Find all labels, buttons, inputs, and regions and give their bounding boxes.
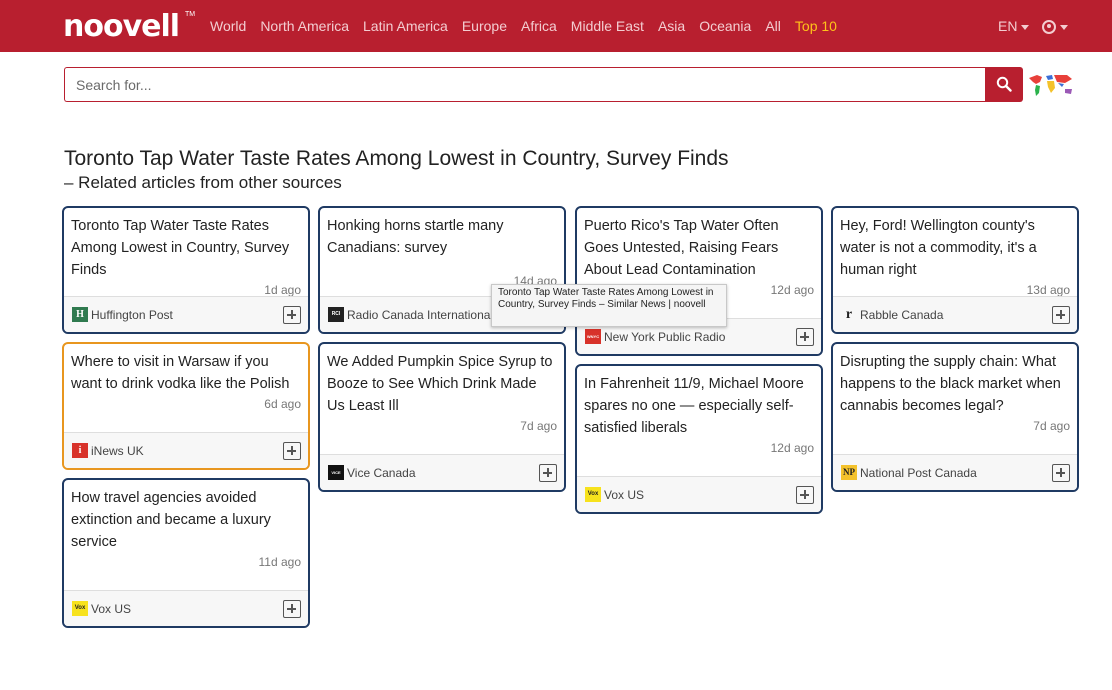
nav-oceania[interactable]: Oceania <box>699 18 751 34</box>
source-name[interactable]: Rabble Canada <box>860 308 943 322</box>
add-icon[interactable] <box>1052 306 1070 324</box>
region-nav: World North America Latin America Europe… <box>210 18 851 34</box>
search-button[interactable] <box>985 67 1023 102</box>
add-icon[interactable] <box>283 306 301 324</box>
article-card[interactable]: Puerto Rico's Tap Water Often Goes Untes… <box>575 206 823 356</box>
noovell-logo[interactable]: noovell <box>63 9 180 44</box>
page-subtitle: – Related articles from other sources <box>64 173 342 192</box>
source-name[interactable]: Vice Canada <box>347 466 416 480</box>
article-card[interactable]: Where to visit in Warsaw if you want to … <box>62 342 310 470</box>
article-age: 7d ago <box>520 419 557 433</box>
card-footer: H Huffington Post <box>64 296 308 332</box>
add-icon[interactable] <box>283 600 301 618</box>
source-name[interactable]: Vox US <box>91 602 131 616</box>
nav-top-10[interactable]: Top 10 <box>795 18 837 34</box>
search-icon <box>996 76 1012 92</box>
article-card[interactable]: How travel agencies avoided extinction a… <box>62 478 310 628</box>
wnyc-icon: WNYC <box>585 329 601 344</box>
card-footer: r Rabble Canada <box>833 296 1077 332</box>
source-name[interactable]: National Post Canada <box>860 466 977 480</box>
article-title[interactable]: Where to visit in Warsaw if you want to … <box>64 344 308 395</box>
national-post-icon: NP <box>841 465 857 480</box>
rci-icon: RCI <box>328 307 344 322</box>
article-card[interactable]: Toronto Tap Water Taste Rates Among Lowe… <box>62 206 310 334</box>
vox-icon: Vox <box>585 487 601 502</box>
top-navbar: noovell TM World North America Latin Ame… <box>0 0 1112 52</box>
add-icon[interactable] <box>283 442 301 460</box>
inews-icon: i <box>72 443 88 458</box>
add-icon[interactable] <box>539 464 557 482</box>
chevron-down-icon <box>1060 24 1068 30</box>
source-name[interactable]: Radio Canada International <box>347 308 493 322</box>
world-map-icon[interactable] <box>1027 72 1075 98</box>
nav-middle-east[interactable]: Middle East <box>571 18 644 34</box>
article-title[interactable]: Honking horns startle many Canadians: su… <box>320 208 564 259</box>
user-icon <box>1042 20 1056 35</box>
article-age: 13d ago <box>1026 283 1070 297</box>
article-title[interactable]: Hey, Ford! Wellington county's water is … <box>833 208 1077 281</box>
article-age: 6d ago <box>264 397 301 411</box>
card-footer: Vox Vox US <box>64 590 308 626</box>
article-card[interactable]: In Fahrenheit 11/9, Michael Moore spares… <box>575 364 823 514</box>
article-age: 7d ago <box>1033 419 1070 433</box>
nav-africa[interactable]: Africa <box>521 18 557 34</box>
source-name[interactable]: Vox US <box>604 488 644 502</box>
article-card[interactable]: Disrupting the supply chain: What happen… <box>831 342 1079 492</box>
language-dropdown[interactable]: EN <box>998 18 1030 34</box>
article-card[interactable]: Hey, Ford! Wellington county's water is … <box>831 206 1079 334</box>
search-input[interactable] <box>64 67 986 102</box>
nav-europe[interactable]: Europe <box>462 18 507 34</box>
nav-north-america[interactable]: North America <box>260 18 349 34</box>
article-age: 1d ago <box>264 283 301 297</box>
source-name[interactable]: iNews UK <box>91 444 144 458</box>
add-icon[interactable] <box>1052 464 1070 482</box>
add-icon[interactable] <box>796 328 814 346</box>
rabble-icon: r <box>845 307 853 322</box>
trademark-mark: TM <box>185 11 196 18</box>
page-title: Toronto Tap Water Taste Rates Among Lowe… <box>64 147 729 170</box>
card-footer: i iNews UK <box>64 432 308 468</box>
nav-latin-america[interactable]: Latin America <box>363 18 448 34</box>
article-title[interactable]: Toronto Tap Water Taste Rates Among Lowe… <box>64 208 308 281</box>
user-menu[interactable] <box>1042 18 1068 35</box>
article-title[interactable]: Puerto Rico's Tap Water Often Goes Untes… <box>577 208 821 281</box>
nav-asia[interactable]: Asia <box>658 18 685 34</box>
article-age: 12d ago <box>770 441 814 455</box>
article-title[interactable]: How travel agencies avoided extinction a… <box>64 480 308 553</box>
add-icon[interactable] <box>796 486 814 504</box>
card-footer: NP National Post Canada <box>833 454 1077 490</box>
chevron-down-icon <box>1021 24 1030 30</box>
source-name[interactable]: New York Public Radio <box>604 330 725 344</box>
article-title[interactable]: In Fahrenheit 11/9, Michael Moore spares… <box>577 366 821 439</box>
card-footer: VICE Vice Canada <box>320 454 564 490</box>
source-name[interactable]: Huffington Post <box>91 308 173 322</box>
article-title[interactable]: We Added Pumpkin Spice Syrup to Booze to… <box>320 344 564 417</box>
huffington-post-icon: H <box>72 307 88 322</box>
link-tooltip: Toronto Tap Water Taste Rates Among Lowe… <box>491 284 727 327</box>
article-title[interactable]: Disrupting the supply chain: What happen… <box>833 344 1077 417</box>
nav-all[interactable]: All <box>765 18 781 34</box>
vox-icon: Vox <box>72 601 88 616</box>
article-card[interactable]: We Added Pumpkin Spice Syrup to Booze to… <box>318 342 566 492</box>
card-footer: Vox Vox US <box>577 476 821 512</box>
nav-world[interactable]: World <box>210 18 246 34</box>
vice-icon: VICE <box>328 465 344 480</box>
article-age: 11d ago <box>258 555 302 569</box>
language-label: EN <box>998 18 1018 34</box>
